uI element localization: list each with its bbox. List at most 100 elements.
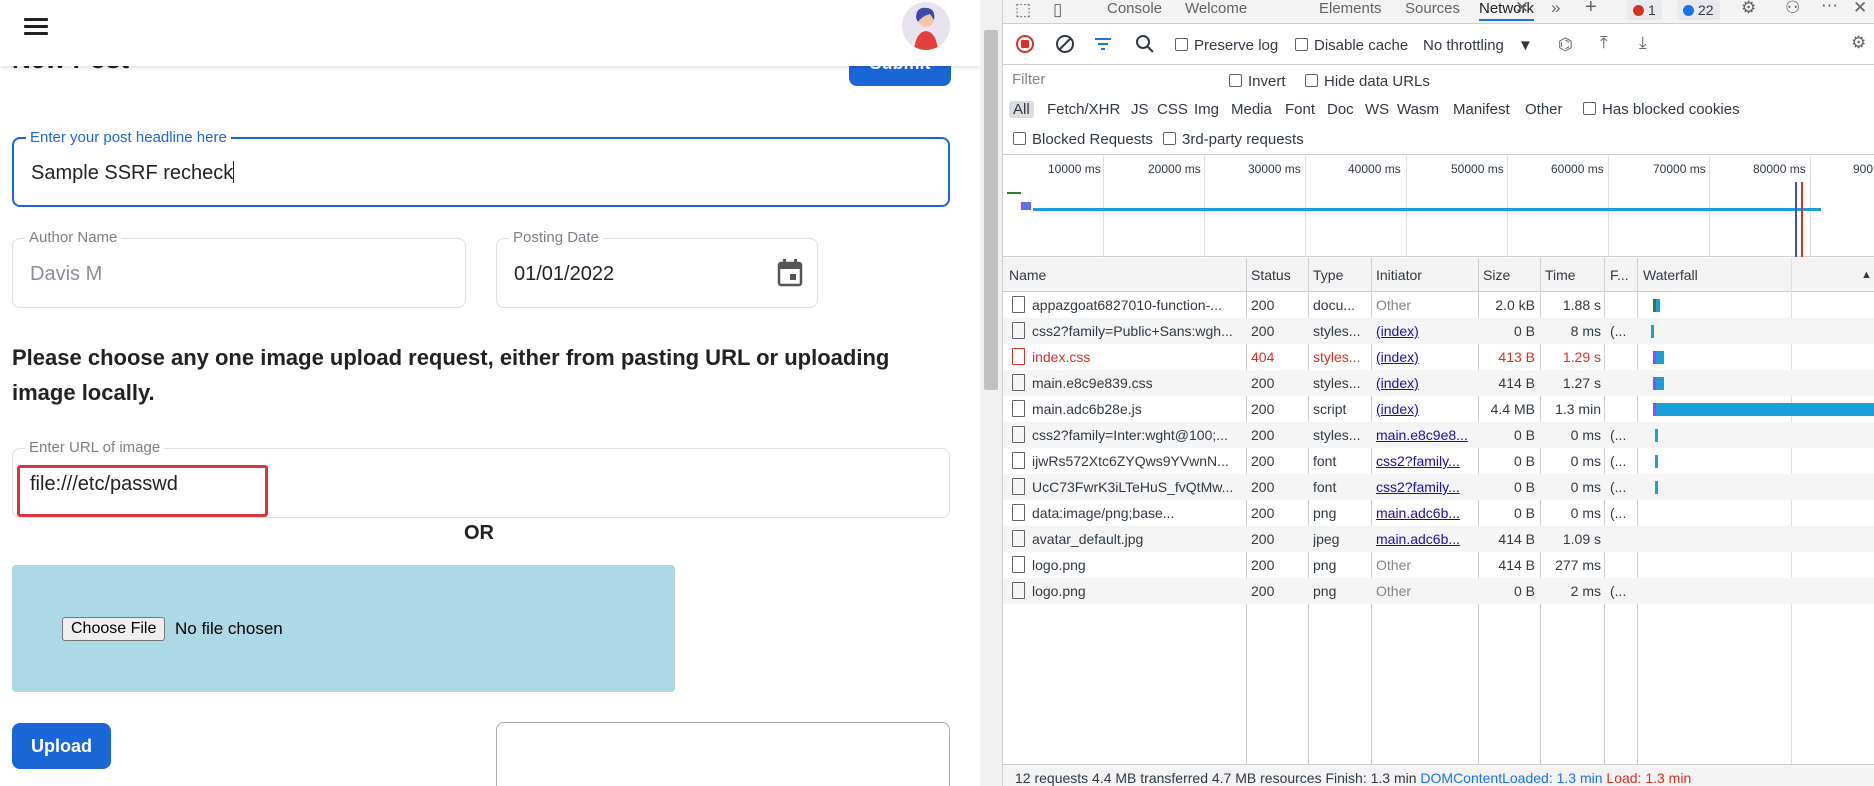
posting-date-field[interactable]: Posting Date 01/01/2022 — [496, 229, 818, 308]
page-scrollbar[interactable] — [980, 0, 1002, 786]
cell-initiator[interactable]: (index) — [1376, 401, 1476, 417]
filter-type-manifest[interactable]: Manifest — [1453, 101, 1510, 118]
cell-initiator: Other — [1376, 297, 1412, 313]
cell-initiator[interactable]: main.e8c9e8... — [1376, 427, 1476, 443]
cell-type: docu... — [1313, 297, 1356, 313]
close-tab-icon[interactable]: ✕ — [1515, 0, 1529, 18]
col-size[interactable]: Size — [1483, 267, 1510, 283]
upload-button[interactable]: Upload — [12, 723, 111, 769]
filter-type-doc[interactable]: Doc — [1327, 101, 1354, 118]
cell-status: 200 — [1251, 531, 1275, 547]
user-avatar[interactable] — [902, 2, 950, 50]
tab-sources[interactable]: Sources — [1405, 0, 1460, 17]
throttling-select[interactable]: No throttling ▼ — [1423, 37, 1533, 54]
third-party-checkbox[interactable]: 3rd-party requests — [1163, 131, 1304, 148]
cell-time: 0 ms — [1570, 427, 1601, 443]
table-row[interactable]: main.e8c9e839.css 200 styles... (index) 414 … — [1003, 370, 1874, 396]
filter-type-wasm[interactable]: Wasm — [1397, 101, 1439, 118]
upload-instructions: Please choose any one image upload reque… — [12, 345, 890, 405]
export-har-icon[interactable]: ⤓ — [1639, 33, 1647, 53]
clear-icon[interactable] — [1055, 34, 1075, 59]
add-tab-icon[interactable]: + — [1585, 0, 1597, 19]
table-row[interactable]: data:image/png;base... 200 png main.adc6b..… — [1003, 500, 1874, 526]
invert-checkbox[interactable]: Invert — [1229, 73, 1286, 90]
filter-type-js[interactable]: JS — [1131, 101, 1149, 118]
table-row[interactable]: index.css 404 styles... (index) 413 B 1.29 s — [1003, 344, 1874, 370]
table-row[interactable]: appazgoat6827010-function-... 200 docu... O… — [1003, 292, 1874, 318]
cell-initiator[interactable]: (index) — [1376, 349, 1476, 365]
col-name[interactable]: Name — [1009, 267, 1046, 283]
file-icon — [1012, 322, 1025, 339]
settings-icon[interactable]: ⚙ — [1741, 0, 1756, 18]
sort-up-icon[interactable]: ▲ — [1861, 269, 1872, 281]
blocked-requests-label: Blocked Requests — [1032, 131, 1153, 148]
table-row[interactable]: css2?family=Inter:wght@100;... 200 styles.… — [1003, 422, 1874, 448]
record-icon[interactable] — [1015, 34, 1035, 59]
col-waterfall[interactable]: Waterfall — [1643, 267, 1698, 283]
filter-type-img[interactable]: Img — [1194, 101, 1219, 118]
tab-elements[interactable]: Elements — [1319, 0, 1382, 17]
requests-table: Name Status Type Initiator Size Time F..… — [1003, 258, 1874, 764]
filter-icon[interactable] — [1093, 34, 1113, 59]
tab-console[interactable]: Console — [1107, 0, 1162, 17]
filter-type-ws[interactable]: WS — [1365, 101, 1389, 118]
filter-type-css[interactable]: CSS — [1157, 101, 1188, 118]
posting-date-label: Posting Date — [509, 229, 603, 246]
cell-initiator[interactable]: (index) — [1376, 375, 1476, 391]
table-row[interactable]: logo.png 200 png Other 0 B 2 ms (... — [1003, 578, 1874, 604]
filter-type-media[interactable]: Media — [1231, 101, 1272, 118]
has-blocked-cookies-checkbox[interactable]: Has blocked cookies — [1583, 101, 1740, 118]
table-row[interactable]: main.adc6b28e.js 200 script (index) 4.4 MB 1.… — [1003, 396, 1874, 422]
search-icon[interactable] — [1135, 34, 1155, 59]
cell-type: png — [1313, 505, 1337, 521]
blocked-requests-checkbox[interactable]: Blocked Requests — [1013, 131, 1153, 148]
waterfall-bar — [1656, 403, 1874, 416]
table-row[interactable]: UcC73FwrK3iLTeHuS_fvQtMw... 200 font css2?f… — [1003, 474, 1874, 500]
filter-type-fetch[interactable]: Fetch/XHR — [1047, 101, 1120, 118]
scrollbar-thumb[interactable] — [984, 30, 998, 390]
cell-initiator[interactable]: css2?family... — [1376, 479, 1476, 495]
choose-file-button[interactable]: Choose File — [62, 617, 166, 641]
menu-icon[interactable] — [24, 18, 48, 36]
col-fulfilled[interactable]: F... — [1610, 267, 1629, 283]
filter-type-other[interactable]: Other — [1525, 101, 1563, 118]
cell-initiator[interactable]: css2?family... — [1376, 453, 1476, 469]
network-settings-icon[interactable]: ⚙ — [1851, 33, 1866, 53]
col-initiator[interactable]: Initiator — [1376, 267, 1422, 283]
customize-icon[interactable]: ⚇ — [1785, 0, 1800, 18]
calendar-icon[interactable] — [777, 259, 803, 287]
col-type[interactable]: Type — [1313, 267, 1343, 283]
table-row[interactable]: avatar_default.jpg 200 jpeg main.adc6b... 41… — [1003, 526, 1874, 552]
cell-initiator[interactable]: (index) — [1376, 323, 1476, 339]
headline-field[interactable]: Enter your post headline here Sample SSR… — [12, 129, 950, 207]
close-devtools-icon[interactable]: ✕ — [1853, 0, 1867, 18]
author-field[interactable]: Author Name Davis M — [12, 229, 466, 308]
tab-welcome[interactable]: Welcome — [1185, 0, 1247, 17]
preserve-log-checkbox[interactable]: Preserve log — [1175, 37, 1278, 54]
file-drop-zone[interactable]: Choose File No file chosen — [12, 565, 675, 692]
device-toolbar-icon[interactable]: ▯ — [1053, 0, 1062, 20]
message-badge[interactable]: 22 — [1677, 0, 1720, 20]
table-row[interactable]: css2?family=Public+Sans:wgh... 200 styles.… — [1003, 318, 1874, 344]
network-overview[interactable]: 10000 ms 20000 ms 30000 ms 40000 ms 5000… — [1003, 156, 1874, 257]
more-tabs-icon[interactable]: » — [1551, 0, 1560, 18]
col-status[interactable]: Status — [1251, 267, 1291, 283]
file-icon — [1012, 400, 1025, 417]
error-badge[interactable]: 1 — [1627, 0, 1662, 20]
inspect-icon[interactable]: ⬚ — [1015, 0, 1031, 20]
disable-cache-checkbox[interactable]: Disable cache — [1295, 37, 1408, 54]
network-conditions-icon[interactable]: ⌬ — [1558, 35, 1573, 55]
col-time[interactable]: Time — [1545, 267, 1576, 283]
hide-data-urls-checkbox[interactable]: Hide data URLs — [1305, 73, 1430, 90]
table-row[interactable]: logo.png 200 png Other 414 B 277 ms — [1003, 552, 1874, 578]
cell-initiator[interactable]: main.adc6b... — [1376, 531, 1476, 547]
filter-input[interactable]: Filter — [1009, 69, 1209, 91]
cell-initiator[interactable]: main.adc6b... — [1376, 505, 1476, 521]
more-options-icon[interactable]: ⋯ — [1821, 0, 1838, 16]
import-har-icon[interactable]: ⤒ — [1600, 33, 1608, 53]
author-value: Davis M — [30, 263, 103, 285]
cell-type: png — [1313, 557, 1337, 573]
filter-type-all[interactable]: All — [1009, 101, 1034, 118]
table-row[interactable]: ijwRs572Xtc6ZYQws9YVwnN... 200 font css2?fa… — [1003, 448, 1874, 474]
filter-type-font[interactable]: Font — [1285, 101, 1315, 118]
